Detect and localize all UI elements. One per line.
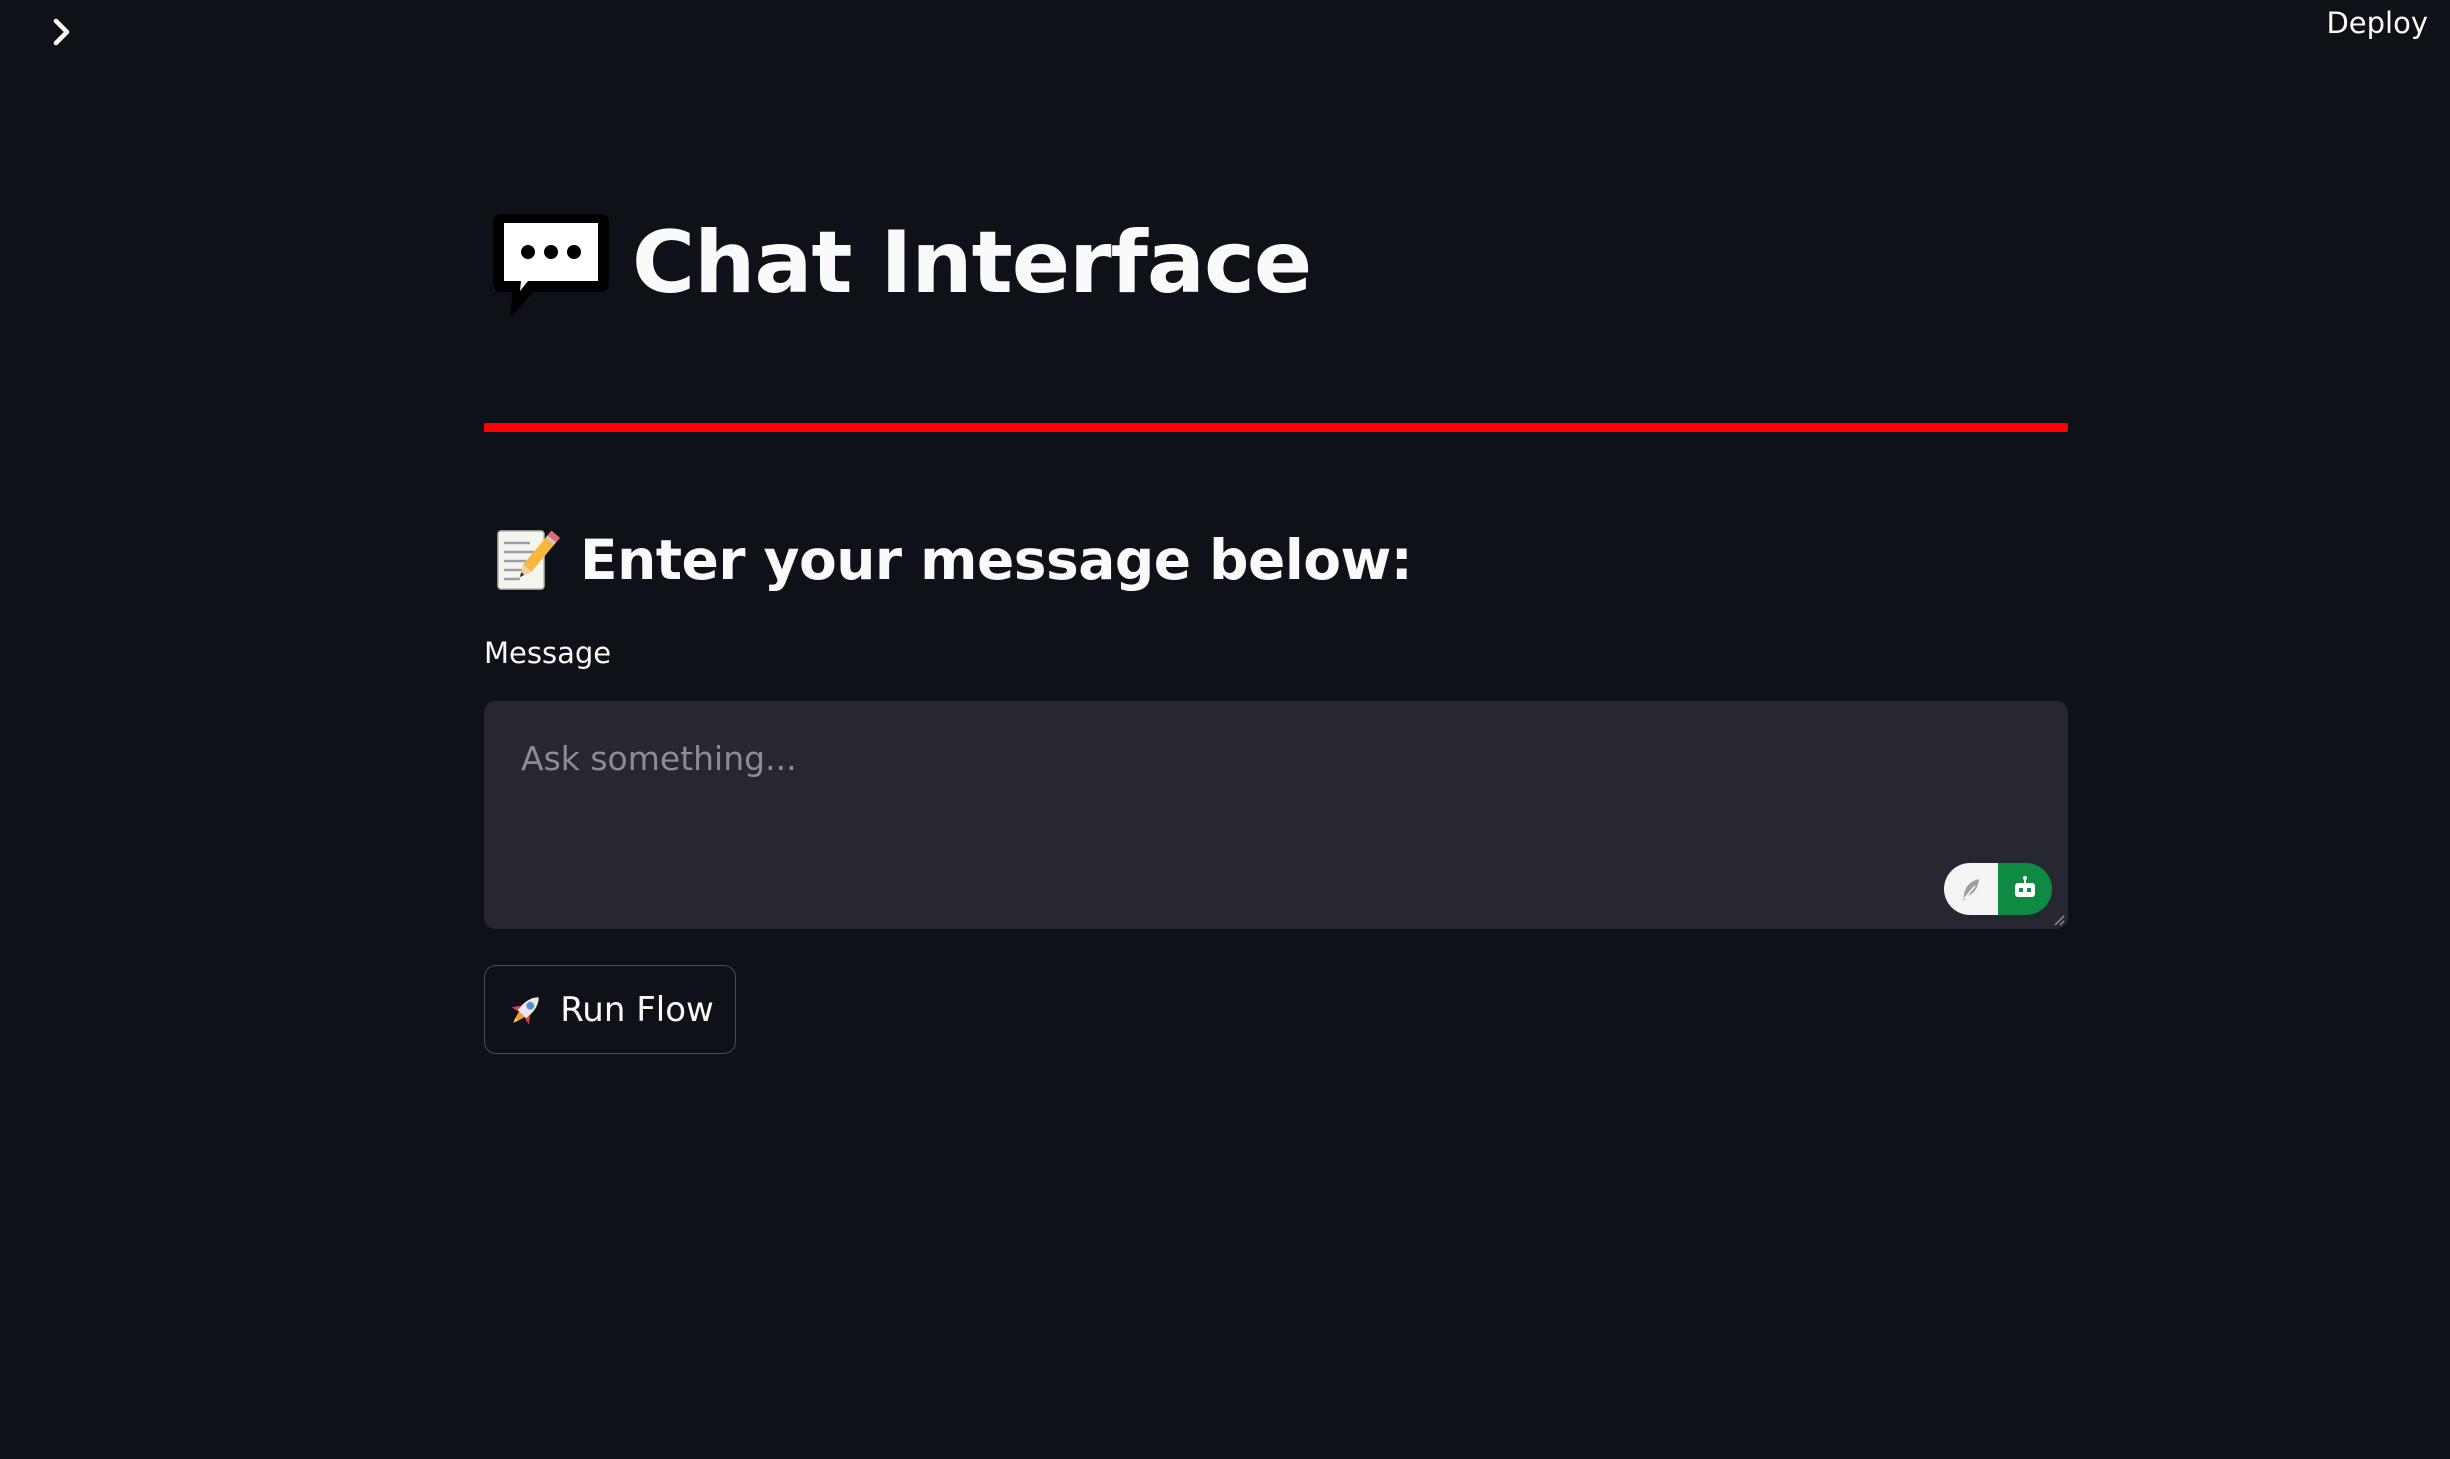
message-input[interactable] bbox=[484, 701, 2068, 929]
colored-divider bbox=[484, 423, 2068, 432]
memo-icon bbox=[497, 530, 560, 590]
deploy-button[interactable]: Deploy bbox=[2316, 0, 2438, 46]
subheader-row: Enter your message below: bbox=[484, 520, 2068, 600]
robot-icon[interactable] bbox=[1998, 863, 2052, 915]
section-subheader: Enter your message below: bbox=[580, 528, 1413, 592]
run-flow-label: Run Flow bbox=[560, 989, 714, 1030]
page-title: Chat Interface bbox=[632, 212, 1312, 313]
app-page: Deploy Chat Interface Enter your message… bbox=[0, 0, 2450, 1459]
chevron-right-icon bbox=[53, 18, 70, 46]
resize-handle-icon[interactable] bbox=[2053, 914, 2065, 926]
speech-balloon-icon bbox=[493, 213, 609, 315]
rocket-icon bbox=[512, 996, 539, 1024]
title-row: Chat Interface bbox=[484, 200, 2068, 325]
main-content: Chat Interface Enter your message below:… bbox=[484, 200, 2068, 1054]
sidebar-toggle-button[interactable] bbox=[40, 10, 84, 54]
message-textarea-container bbox=[484, 701, 2068, 929]
run-flow-button[interactable]: Run Flow bbox=[484, 965, 736, 1054]
feather-icon[interactable] bbox=[1944, 863, 1998, 915]
browser-extension-widget[interactable] bbox=[1944, 863, 2052, 915]
message-field-label: Message bbox=[484, 636, 612, 670]
